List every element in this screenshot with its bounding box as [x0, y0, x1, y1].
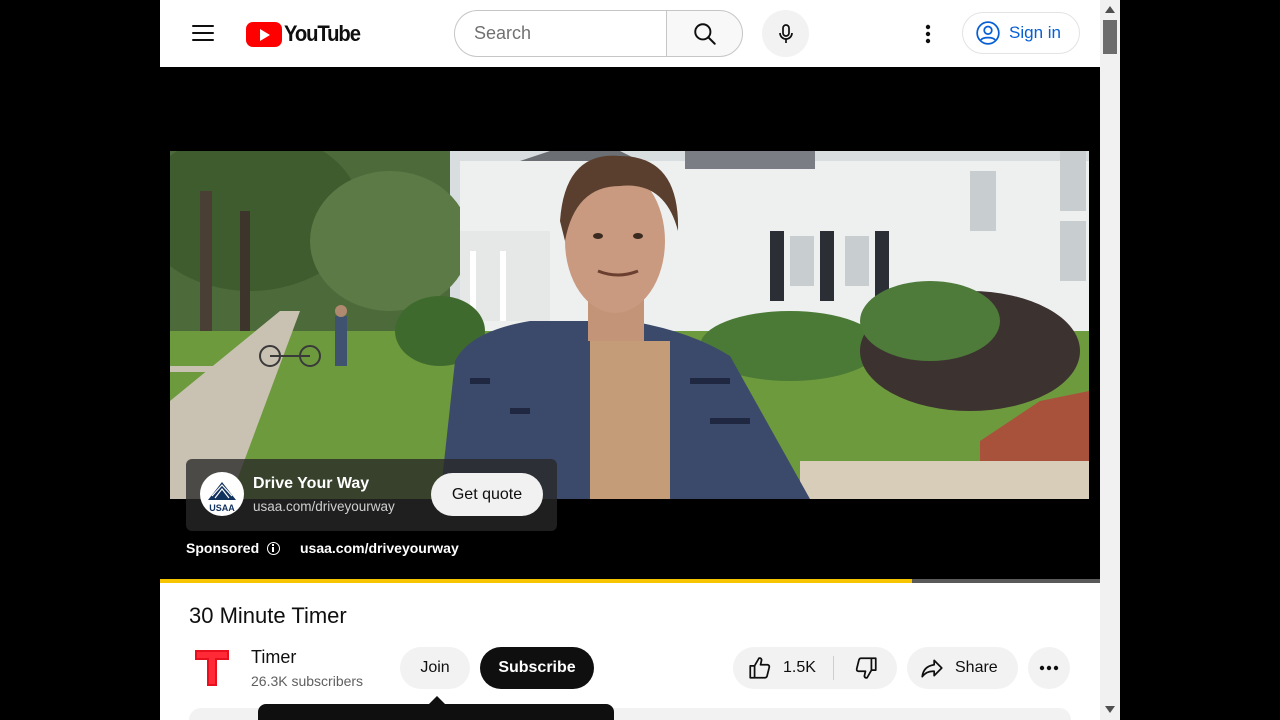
share-button[interactable]: Share [907, 647, 1018, 689]
join-button[interactable]: Join [400, 647, 470, 689]
usaa-eagle-icon: USAA [208, 482, 236, 513]
sign-in-label: Sign in [1009, 23, 1061, 42]
scroll-thumb[interactable] [1103, 20, 1117, 54]
search-box [454, 10, 667, 57]
account-icon [976, 21, 1000, 45]
more-actions-button[interactable] [1028, 647, 1070, 689]
usaa-logo: USAA [200, 472, 244, 516]
sponsored-url-link[interactable]: usaa.com/driveyourway [300, 540, 459, 556]
search-button[interactable] [666, 10, 743, 57]
sponsored-label: Sponsored [186, 540, 281, 556]
ad-progress-fill [160, 579, 912, 583]
menu-button[interactable] [188, 18, 218, 48]
search-icon [693, 22, 716, 45]
channel-name[interactable]: Timer [251, 647, 296, 668]
video-title: 30 Minute Timer [189, 603, 347, 628]
channel-avatar[interactable] [192, 644, 234, 688]
scroll-down-arrow-icon[interactable] [1105, 706, 1115, 713]
video-frame [170, 151, 1089, 499]
menu-icon-bar [192, 32, 214, 35]
masthead: YouTube Search Sign in [160, 0, 1100, 67]
menu-icon-bar [192, 39, 214, 42]
menu-icon [192, 25, 214, 28]
kebab-icon [925, 24, 931, 44]
subscribe-button[interactable]: Subscribe [480, 647, 594, 689]
like-dislike-group: 1.5K [733, 647, 897, 689]
tooltip [258, 704, 614, 720]
search-input[interactable] [474, 23, 667, 44]
page: YouTube Search Sign in USAA Drive Your W… [160, 0, 1120, 720]
ad-video-still [170, 151, 1089, 499]
info-icon[interactable] [267, 541, 281, 555]
share-icon [921, 659, 943, 678]
youtube-logo[interactable]: YouTube [246, 20, 366, 48]
get-quote-button[interactable]: Get quote [431, 473, 543, 516]
more-icon [1039, 665, 1059, 671]
usaa-logo-text: USAA [209, 503, 235, 513]
page-scrollbar[interactable] [1100, 0, 1120, 720]
settings-menu-button[interactable] [912, 18, 944, 50]
dislike-icon [855, 657, 877, 679]
scroll-up-arrow-icon[interactable] [1105, 6, 1115, 13]
mic-icon [778, 23, 793, 43]
video-player[interactable]: USAA Drive Your Way usaa.com/driveyourwa… [160, 67, 1100, 583]
share-label: Share [955, 659, 998, 676]
youtube-play-icon [246, 21, 282, 47]
like-button[interactable]: 1.5K [733, 647, 833, 689]
sponsored-text: Sponsored [186, 540, 260, 556]
ad-progress-bar[interactable] [160, 579, 1100, 583]
logo-text: YouTube [284, 21, 361, 46]
subscriber-count: 26.3K subscribers [251, 673, 364, 689]
ad-url: usaa.com/driveyourway [253, 499, 395, 514]
sign-in-button[interactable]: Sign in [962, 12, 1080, 54]
ad-title: Drive Your Way [253, 475, 370, 492]
voice-search-button[interactable] [762, 10, 809, 57]
like-count: 1.5K [783, 659, 816, 676]
ad-overlay-card[interactable]: USAA Drive Your Way usaa.com/driveyourwa… [186, 459, 557, 531]
dislike-button[interactable] [834, 647, 897, 689]
channel-logo-t-icon [195, 650, 229, 686]
like-icon [749, 657, 771, 679]
